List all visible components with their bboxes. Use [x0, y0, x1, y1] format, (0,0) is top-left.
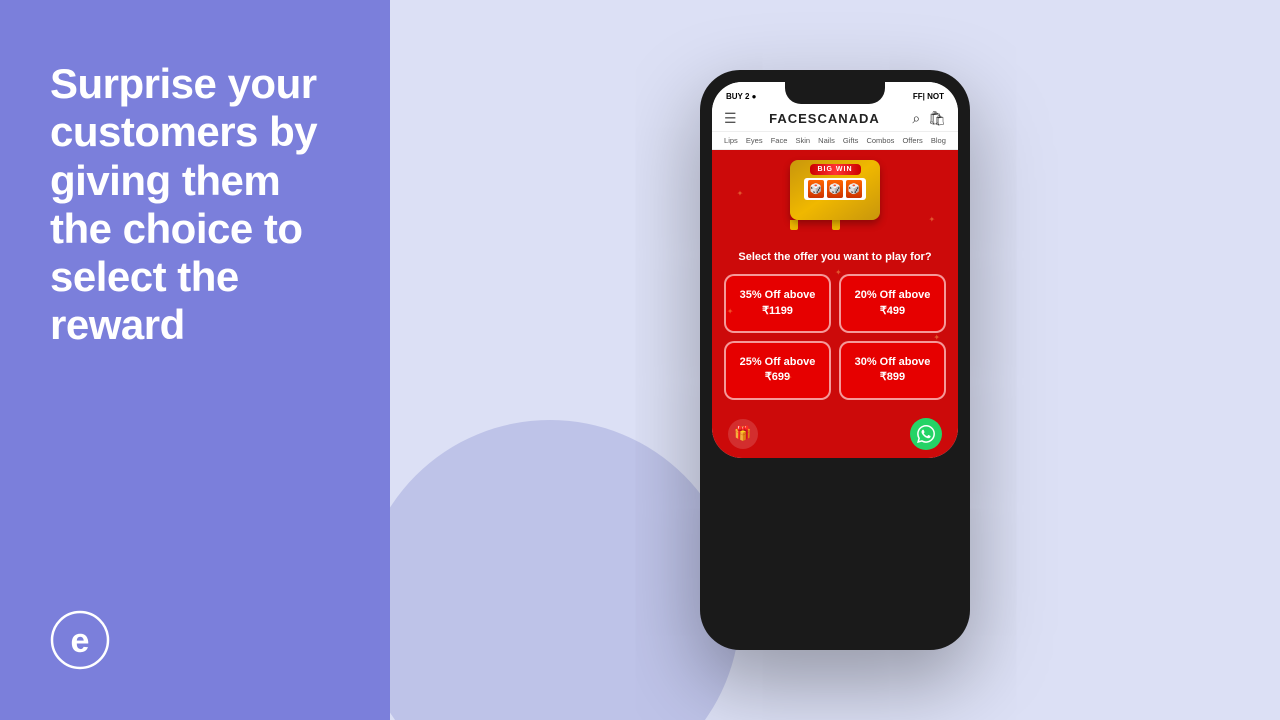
offer-btn-2[interactable]: 20% Off above ₹499 [839, 274, 946, 333]
decorative-circle [390, 420, 740, 720]
offer-btn-1[interactable]: 35% Off above ₹1199 [724, 274, 831, 333]
nav-item-offers[interactable]: Offers [902, 136, 922, 145]
status-right: FF| NOT [913, 92, 944, 101]
nav-item-lips[interactable]: Lips [724, 136, 738, 145]
phone-body: BUY 2 ● FF| NOT ☰ FACESCANADA ⌕ 🛍 Lips E… [700, 70, 970, 650]
whatsapp-button[interactable] [910, 418, 942, 450]
offer-1-text: 35% Off above ₹1199 [734, 288, 821, 319]
reel-2: 🎲 [827, 180, 843, 198]
phone-notch [785, 82, 885, 104]
cart-icon[interactable]: 🛍 [928, 110, 946, 127]
headline-text: Surprise your customers by giving them t… [50, 60, 340, 350]
nav-item-nails[interactable]: Nails [818, 136, 835, 145]
nav-icons: ⌕ 🛍 [912, 110, 946, 127]
engati-logo: e [50, 610, 110, 670]
reel-3: 🎲 [846, 180, 862, 198]
offer-3-text: 25% Off above ₹699 [734, 355, 821, 386]
slot-machine-illustration: BIG WIN 🎲 🎲 🎲 [785, 160, 885, 240]
reel-1: 🎲 [808, 180, 824, 198]
nav-item-skin[interactable]: Skin [795, 136, 810, 145]
slot-legs [785, 220, 845, 228]
sub-nav: Lips Eyes Face Skin Nails Gifts Combos O… [712, 132, 958, 150]
nav-item-face[interactable]: Face [771, 136, 788, 145]
left-panel: Surprise your customers by giving them t… [0, 0, 390, 720]
logo-container: e [50, 610, 340, 670]
phone-bottom-bar: 🎁 [712, 412, 958, 458]
status-left: BUY 2 ● [726, 92, 756, 101]
nav-bar: ☰ FACESCANADA ⌕ 🛍 [712, 106, 958, 132]
nav-item-blog[interactable]: Blog [931, 136, 946, 145]
phone-screen: BUY 2 ● FF| NOT ☰ FACESCANADA ⌕ 🛍 Lips E… [712, 82, 958, 458]
right-panel: BUY 2 ● FF| NOT ☰ FACESCANADA ⌕ 🛍 Lips E… [390, 0, 1280, 720]
app-content: ✦ ✦ ✦ ✦ ✦ ✦ BIG WIN 🎲 🎲 [712, 150, 958, 412]
gift-button[interactable]: 🎁 [728, 419, 758, 449]
nav-item-eyes[interactable]: Eyes [746, 136, 763, 145]
select-offer-title: Select the offer you want to play for? [738, 250, 931, 264]
offer-grid: 35% Off above ₹1199 20% Off above ₹499 2… [724, 274, 946, 400]
offer-4-text: 30% Off above ₹899 [849, 355, 936, 386]
nav-item-gifts[interactable]: Gifts [843, 136, 858, 145]
search-icon[interactable]: ⌕ [912, 110, 920, 127]
svg-text:e: e [71, 622, 90, 660]
hamburger-icon[interactable]: ☰ [724, 110, 737, 127]
slot-reels: 🎲 🎲 🎲 [804, 178, 866, 200]
offer-btn-4[interactable]: 30% Off above ₹899 [839, 341, 946, 400]
phone-mockup: BUY 2 ● FF| NOT ☰ FACESCANADA ⌕ 🛍 Lips E… [700, 70, 970, 650]
brand-name: FACESCANADA [769, 111, 880, 126]
offer-btn-3[interactable]: 25% Off above ₹699 [724, 341, 831, 400]
nav-item-combos[interactable]: Combos [866, 136, 894, 145]
offer-2-text: 20% Off above ₹499 [849, 288, 936, 319]
big-win-banner: BIG WIN [810, 164, 861, 175]
